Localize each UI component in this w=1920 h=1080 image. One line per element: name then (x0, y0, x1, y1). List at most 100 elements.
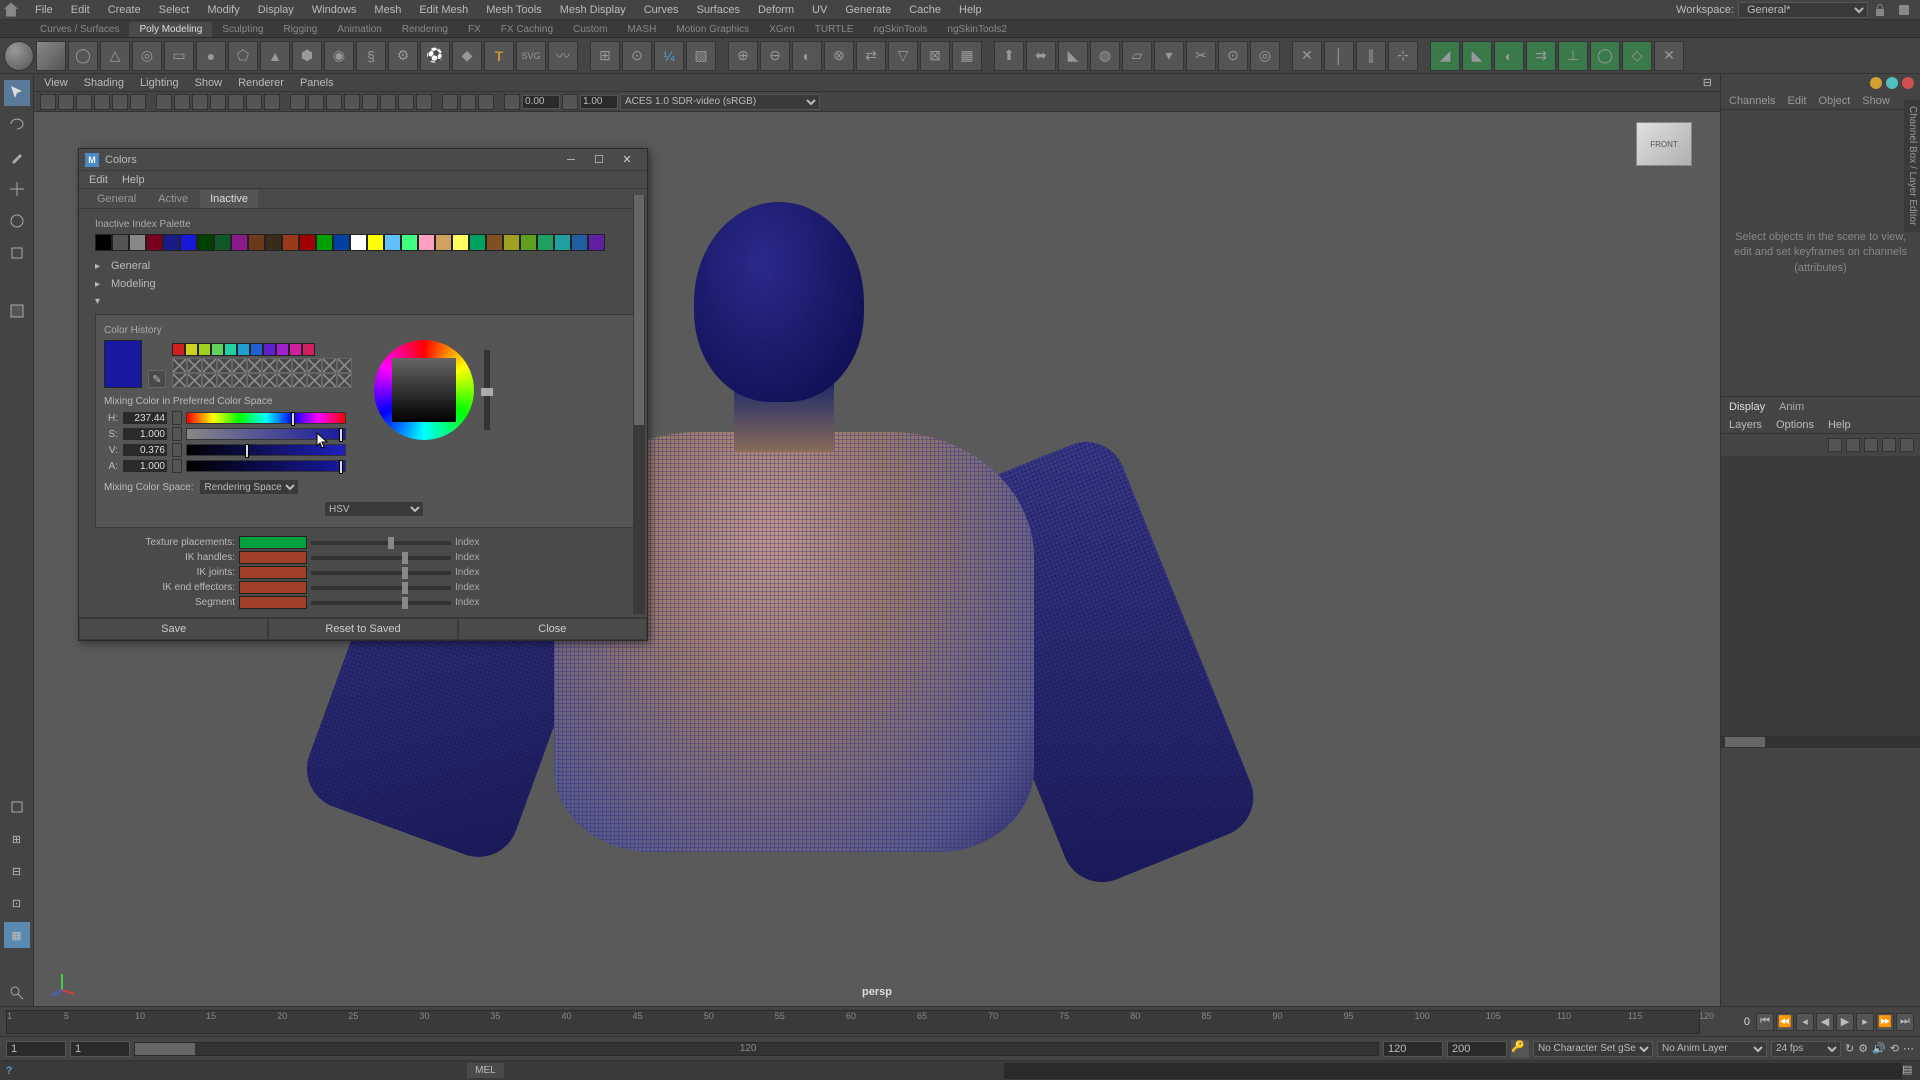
vp-select-camera-icon[interactable] (40, 94, 56, 110)
save-button[interactable]: Save (79, 618, 268, 640)
shelf-tab-mograph[interactable]: Motion Graphics (666, 22, 759, 37)
shelf-poly-disc-icon[interactable]: ● (196, 41, 226, 71)
pref-icon[interactable]: ⚙ (1858, 1042, 1868, 1055)
color-wheel[interactable] (374, 340, 474, 440)
alpha-slider[interactable] (186, 460, 346, 472)
last-tool-icon[interactable] (4, 298, 30, 324)
shelf-bevel-icon[interactable]: ◣ (1058, 41, 1088, 71)
hue-slider[interactable] (186, 412, 346, 424)
history-swatch-0[interactable] (172, 343, 185, 356)
empty-swatch-12[interactable] (172, 373, 187, 388)
vp-colorspace-select[interactable]: ACES 1.0 SDR-video (sRGB) (620, 94, 820, 110)
shelf-detach-icon[interactable]: ✂ (1186, 41, 1216, 71)
palette-swatch-0[interactable] (95, 234, 112, 251)
home-icon[interactable] (4, 3, 18, 17)
vp-menu-panels[interactable]: Panels (300, 77, 334, 89)
range-end-field[interactable] (1447, 1041, 1507, 1057)
vp-menu-shading[interactable]: Shading (84, 77, 124, 89)
vp-shadows-icon[interactable] (362, 94, 378, 110)
shelf-append-icon[interactable]: ▱ (1122, 41, 1152, 71)
shelf-smooth-icon[interactable]: ◐ (792, 41, 822, 71)
menu-file[interactable]: File (26, 4, 62, 16)
palette-swatch-3[interactable] (146, 234, 163, 251)
shelf-merge-icon[interactable]: ⊙ (1218, 41, 1248, 71)
empty-swatch-4[interactable] (232, 358, 247, 373)
cb-tab-show[interactable]: Show (1862, 95, 1890, 107)
vp-ao-icon[interactable] (380, 94, 396, 110)
empty-swatch-15[interactable] (217, 373, 232, 388)
layer-new-empty-icon[interactable] (1882, 438, 1896, 452)
shelf-create-poly-icon[interactable]: ▧ (686, 41, 716, 71)
palette-swatch-16[interactable] (367, 234, 384, 251)
shelf-delete-icon[interactable]: ✕ (1654, 41, 1684, 71)
shelf-remesh-icon[interactable]: ⊠ (920, 41, 950, 71)
paint-select-tool-icon[interactable] (4, 144, 30, 170)
menu-curves[interactable]: Curves (635, 4, 688, 16)
palette-swatch-24[interactable] (503, 234, 520, 251)
shelf-quad-draw-icon[interactable]: ¼ (654, 41, 684, 71)
palette-swatch-4[interactable] (163, 234, 180, 251)
palette-swatch-19[interactable] (418, 234, 435, 251)
vp-gamma-field[interactable] (580, 95, 618, 109)
index-slider[interactable] (311, 601, 451, 605)
shelf-tab-sculpt[interactable]: Sculpting (212, 22, 273, 37)
shelf-poly-cube-icon[interactable] (36, 41, 66, 71)
shelf-crease-icon[interactable]: ◢ (1430, 41, 1460, 71)
shelf-mirror-icon[interactable]: ⇄ (856, 41, 886, 71)
index-slider[interactable] (311, 586, 451, 590)
script-editor-icon[interactable]: ▤ (1902, 1063, 1920, 1079)
snap-toggle-icon[interactable] (4, 794, 30, 820)
dlg-menu-edit[interactable]: Edit (89, 174, 108, 186)
vp-menu-view[interactable]: View (44, 77, 68, 89)
layer-menu-help[interactable]: Help (1828, 419, 1851, 431)
menu-generate[interactable]: Generate (836, 4, 900, 16)
vp-bookmark-icon[interactable] (76, 94, 92, 110)
palette-swatch-9[interactable] (248, 234, 265, 251)
current-color-swatch[interactable] (104, 340, 142, 388)
shelf-target-weld-icon[interactable]: ◎ (1250, 41, 1280, 71)
vp-2d-pan-icon[interactable] (112, 94, 128, 110)
menu-edit-mesh[interactable]: Edit Mesh (410, 4, 477, 16)
select-tool-icon[interactable] (4, 80, 30, 106)
menu-select[interactable]: Select (150, 4, 199, 16)
shelf-construction-plane-icon[interactable]: ⊞ (590, 41, 620, 71)
minimize-icon[interactable]: ─ (557, 151, 585, 169)
sync-icon[interactable]: ⟲ (1890, 1042, 1899, 1055)
shelf-sculpt-icon[interactable]: ◐ (1494, 41, 1524, 71)
color-model-select[interactable]: HSV (324, 501, 424, 517)
empty-swatch-17[interactable] (247, 373, 262, 388)
empty-swatch-3[interactable] (217, 358, 232, 373)
range-slider[interactable]: 120 (134, 1042, 1379, 1056)
vp-safe-action-icon[interactable] (246, 94, 262, 110)
shelf-reduce-icon[interactable]: ▽ (888, 41, 918, 71)
shelf-transfer-icon[interactable]: ⇉ (1526, 41, 1556, 71)
shelf-poly-platonic-icon[interactable]: ⬠ (228, 41, 258, 71)
sat-field[interactable] (122, 427, 168, 441)
shelf-sweep-icon[interactable]: 〰 (548, 41, 578, 71)
shelf-tab-poly[interactable]: Poly Modeling (129, 22, 212, 37)
empty-swatch-21[interactable] (307, 373, 322, 388)
menu-uv[interactable]: UV (803, 4, 836, 16)
shelf-multicut-icon[interactable]: ✕ (1292, 41, 1322, 71)
autokey-icon[interactable]: 🔑 (1511, 1040, 1529, 1058)
vp-resolution-gate-icon[interactable] (192, 94, 208, 110)
menu-create[interactable]: Create (99, 4, 150, 16)
menu-cache[interactable]: Cache (900, 4, 950, 16)
playback-end-icon[interactable]: ⏭ (1896, 1013, 1914, 1031)
index-slider[interactable] (311, 541, 451, 545)
empty-swatch-6[interactable] (262, 358, 277, 373)
layer-tab-display[interactable]: Display (1729, 401, 1765, 413)
close-button[interactable]: Close (458, 618, 647, 640)
vp-wireframe-icon[interactable] (290, 94, 306, 110)
palette-swatch-2[interactable] (129, 234, 146, 251)
playback-step-fwd-icon[interactable]: ⏩ (1876, 1013, 1894, 1031)
empty-swatch-19[interactable] (277, 373, 292, 388)
index-slider[interactable] (311, 556, 451, 560)
wheel-value-slider[interactable] (484, 350, 490, 430)
palette-swatch-13[interactable] (316, 234, 333, 251)
vp-isolate-icon[interactable] (442, 94, 458, 110)
menu-help[interactable]: Help (950, 4, 991, 16)
shelf-type-icon[interactable]: T (484, 41, 514, 71)
scale-tool-icon[interactable] (4, 240, 30, 266)
loop-icon[interactable]: ↻ (1845, 1042, 1854, 1055)
